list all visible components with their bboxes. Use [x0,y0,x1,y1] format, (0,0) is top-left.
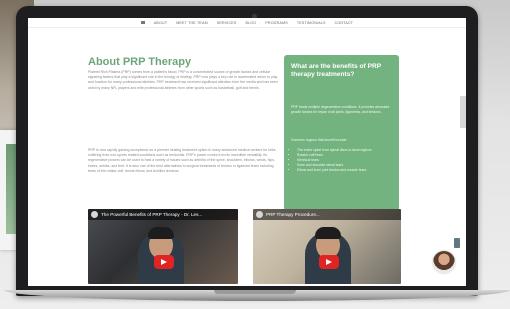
nav-item-testimonials[interactable]: TESTIMONIALS [297,21,326,25]
benefits-card: What are the benefits of PRP therapy tre… [284,55,399,211]
benefits-list: The entire spine from spinal discs to fa… [291,148,372,173]
nav-item-programs[interactable]: PROGRAMS [265,21,288,25]
video-title[interactable]: PRP Therapy Procedure... [266,212,320,217]
nav-item-contact[interactable]: CONTACT [335,21,354,25]
home-icon[interactable] [140,21,145,24]
background-frame-art [6,144,16,234]
website-screen: ABOUT MEET THE TEAM SERVICES BLOG PROGRA… [28,18,466,286]
benefits-card-title: What are the benefits of PRP therapy tre… [291,63,382,78]
video-player-1[interactable]: The Powerful Benefits of PRP Therapy - D… [88,209,238,284]
side-tab[interactable] [460,96,466,128]
video-person-hair [148,227,174,239]
laptop-base [4,290,510,301]
nav-item-meet-the-team[interactable]: MEET THE TEAM [176,21,208,25]
acceptance-paragraph: PRP is now rapidly gaining acceptance as… [88,148,276,173]
chat-avatar[interactable] [433,251,455,273]
list-item: Elbow and knee joint tendon and muscle t… [297,168,372,173]
benefits-card-subheading: Common regions that benefit include: [291,138,348,142]
video-title[interactable]: The Powerful Benefits of PRP Therapy - D… [101,212,202,217]
page-title: About PRP Therapy [88,56,192,68]
nav-item-blog[interactable]: BLOG [246,21,257,25]
play-icon [161,259,167,265]
play-icon [326,259,332,265]
play-button[interactable] [154,255,174,269]
channel-icon [91,211,98,218]
scroll-top-button[interactable] [454,238,460,248]
channel-icon [256,211,263,218]
video-player-2[interactable]: PRP Therapy Procedure... [253,209,401,284]
intro-paragraph: Platelet Rich Plasma (PRP) comes from a … [88,70,278,90]
laptop-notch [214,290,296,294]
top-navigation: ABOUT MEET THE TEAM SERVICES BLOG PROGRA… [28,18,466,28]
benefits-card-text: PRP treats multiple degenerative conditi… [291,105,390,114]
nav-item-about[interactable]: ABOUT [154,21,167,25]
video-title-bar: The Powerful Benefits of PRP Therapy - D… [88,209,238,220]
video-person-hair [315,227,341,239]
nav-item-services[interactable]: SERVICES [217,21,237,25]
video-title-bar: PRP Therapy Procedure... [253,209,401,220]
play-button[interactable] [319,255,339,269]
